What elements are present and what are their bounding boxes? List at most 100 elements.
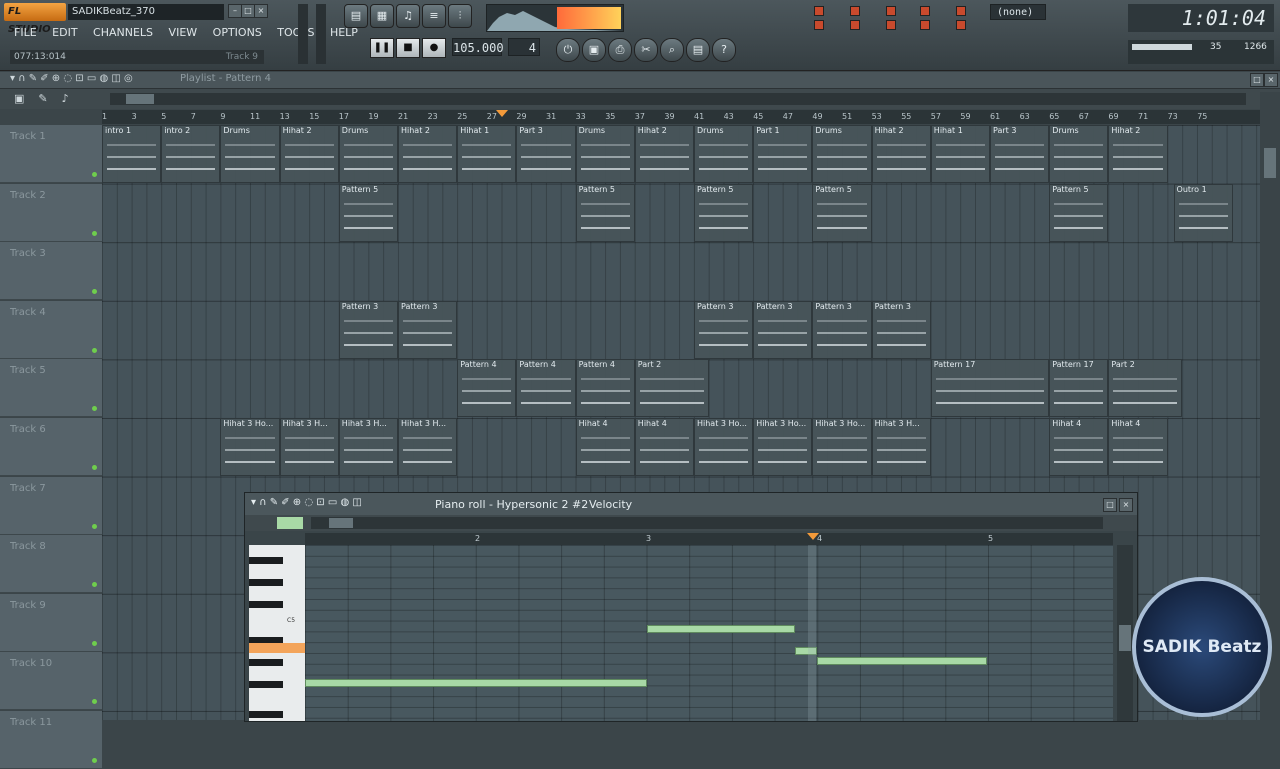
black-key[interactable] [249, 711, 283, 718]
track-header[interactable]: Track 2 [0, 183, 102, 242]
menu-file[interactable]: FILE [14, 26, 37, 39]
menu-channels[interactable]: CHANNELS [93, 26, 153, 39]
help-icon[interactable]: ? [712, 38, 736, 62]
toggle-indicator[interactable] [886, 20, 896, 30]
track-active-led[interactable] [92, 465, 97, 470]
horizontal-scrollbar[interactable] [110, 93, 1246, 105]
playlist-clip[interactable]: Hihat 3 H... [338, 418, 398, 476]
scroll-thumb[interactable] [126, 94, 154, 104]
track-header[interactable]: Track 3 [0, 242, 102, 301]
menu-view[interactable]: VIEW [169, 26, 198, 39]
record-button[interactable]: ● [422, 38, 446, 58]
playlist-clip[interactable]: Drums [812, 125, 872, 183]
playlist-clip[interactable]: Hihat 2 [279, 125, 339, 183]
playlist-clip[interactable]: Hihat 3 H... [871, 418, 931, 476]
playlist-clip[interactable]: Pattern 3 [398, 300, 458, 359]
step-sequencer-button[interactable]: ▦ [370, 4, 394, 28]
playlist-clip[interactable]: Hihat 3 Ho... [812, 418, 872, 476]
playlist-clip[interactable]: Pattern 17 [1049, 359, 1109, 418]
track-active-led[interactable] [92, 640, 97, 646]
black-key[interactable] [249, 579, 283, 586]
track-header[interactable]: Track 4 [0, 300, 102, 359]
track-header[interactable]: Track 10 [0, 652, 102, 711]
playlist-clip[interactable]: Pattern 3 [694, 300, 754, 359]
pattern-number-display[interactable]: 4 [508, 38, 540, 56]
playlist-clip[interactable]: Part 1 [753, 125, 813, 183]
track-active-led[interactable] [92, 582, 97, 588]
playlist-clip[interactable]: Drums [338, 125, 398, 183]
playlist-clip[interactable]: Drums [220, 125, 280, 183]
note-color-swatch[interactable] [277, 517, 303, 529]
playlist-clip[interactable]: Pattern 4 [575, 359, 635, 418]
close-icon[interactable]: × [1119, 498, 1133, 512]
menu-edit[interactable]: EDIT [52, 26, 77, 39]
minimize-icon[interactable]: – [228, 4, 242, 18]
toggle-indicator[interactable] [920, 6, 930, 16]
scroll-thumb[interactable] [1264, 148, 1276, 178]
browser-button[interactable]: ≡ [422, 4, 446, 28]
playlist-window-button[interactable]: ▤ [344, 4, 368, 28]
playlist-clip[interactable]: Hihat 3 Ho... [220, 418, 280, 476]
piano-roll-mode[interactable]: Velocity [589, 498, 632, 511]
playlist-clip[interactable]: Hihat 4 [1049, 418, 1109, 476]
close-icon[interactable]: × [1264, 73, 1278, 87]
notes-icon[interactable]: ▤ [686, 38, 710, 62]
playlist-clip[interactable]: Pattern 5 [812, 183, 872, 242]
piano-roll-vertical-scrollbar[interactable] [1117, 545, 1133, 721]
playlist-clip[interactable]: Pattern 3 [753, 300, 813, 359]
playlist-clip[interactable]: Part 2 [1108, 359, 1183, 418]
save-icon[interactable]: ▣ [582, 38, 606, 62]
playlist-clip[interactable]: Pattern 5 [1049, 183, 1109, 242]
toggle-indicator[interactable] [886, 6, 896, 16]
playlist-clip[interactable]: Pattern 3 [812, 300, 872, 359]
playlist-clip[interactable]: Pattern 3 [871, 300, 931, 359]
midi-note[interactable] [647, 625, 795, 633]
playlist-clip[interactable]: Part 2 [634, 359, 709, 418]
search-icon[interactable]: ⌕ [660, 38, 684, 62]
black-key[interactable] [249, 659, 283, 666]
playlist-clip[interactable]: Hihat 2 [871, 125, 931, 183]
playlist-clip[interactable]: Pattern 4 [457, 359, 517, 418]
playlist-clip[interactable]: Hihat 4 [575, 418, 635, 476]
playlist-clip[interactable]: Hihat 1 [930, 125, 990, 183]
track-header[interactable]: Track 6 [0, 418, 102, 476]
toggle-indicator[interactable] [814, 20, 824, 30]
note-grid[interactable] [305, 545, 1113, 721]
piano-roll-tools[interactable]: ▾ ∩ ✎ ✐ ⊕ ◌ ⊡ ▭ ◍ ◫ [251, 497, 362, 508]
playlist-clip[interactable]: Pattern 5 [694, 183, 754, 242]
playlist-clip[interactable]: Drums [694, 125, 754, 183]
midi-note[interactable] [305, 679, 647, 687]
track-active-led[interactable] [92, 523, 97, 529]
maximize-icon[interactable]: □ [1103, 498, 1117, 512]
scroll-thumb[interactable] [329, 518, 353, 528]
playhead-marker[interactable] [496, 110, 508, 117]
close-icon[interactable]: × [254, 4, 268, 18]
midi-note[interactable] [817, 657, 987, 665]
track-header[interactable]: Track 9 [0, 593, 102, 652]
playlist-clip[interactable]: Hihat 2 [1108, 125, 1168, 183]
stop-button[interactable]: ■ [396, 38, 420, 58]
playlist-clip[interactable]: Hihat 1 [457, 125, 517, 183]
track-active-led[interactable] [92, 347, 97, 353]
playlist-clip[interactable]: Pattern 3 [338, 300, 398, 359]
master-pitch-slider[interactable] [316, 4, 326, 64]
track-header[interactable]: Track 5 [0, 359, 102, 418]
toggle-indicator[interactable] [956, 20, 966, 30]
playlist-clip[interactable]: Drums [575, 125, 635, 183]
black-key[interactable] [249, 557, 283, 564]
playlist-clip[interactable]: intro 2 [161, 125, 221, 183]
track-header[interactable]: Track 7 [0, 476, 102, 535]
playlist-clip[interactable]: Hihat 2 [634, 125, 694, 183]
piano-roll-ruler[interactable]: 2345 [305, 533, 1113, 545]
scroll-thumb[interactable] [1119, 625, 1131, 651]
playlist-clip[interactable]: Hihat 3 H... [279, 418, 339, 476]
playlist-ruler[interactable]: 1 3 5 7 9 11 13 15 17 19 21 23 25 27 29 31 33 35 37 39 41 43 4… [102, 110, 1260, 124]
playlist-clip[interactable]: intro 1 [102, 125, 162, 183]
master-volume-slider[interactable] [298, 4, 308, 64]
mixer-button[interactable]: ⫶ [448, 4, 472, 28]
playlist-clip[interactable]: Pattern 4 [516, 359, 576, 418]
black-key[interactable] [249, 601, 283, 608]
maximize-icon[interactable]: □ [1250, 73, 1264, 87]
playlist-clip[interactable]: Drums [1049, 125, 1109, 183]
track-active-led[interactable] [92, 758, 97, 763]
